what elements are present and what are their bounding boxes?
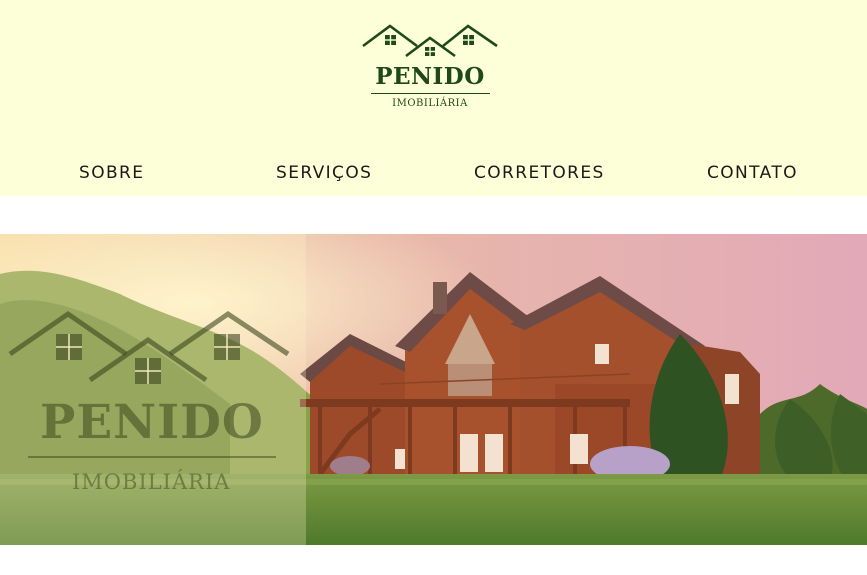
nav-item-corretores[interactable]: CORRETORES xyxy=(474,160,605,186)
brand-subtitle: IMOBILIÁRIA xyxy=(392,98,468,109)
main-nav: SOBRE SERVIÇOS CORRETORES CONTATO xyxy=(0,160,867,186)
hero-brand-subtitle: IMOBILIÁRIA xyxy=(72,470,231,494)
brand-divider xyxy=(371,93,490,94)
nav-item-contato[interactable]: CONTATO xyxy=(707,160,798,186)
hero-brand-name: PENIDO xyxy=(40,395,264,450)
nav-item-servicos[interactable]: SERVIÇOS xyxy=(276,160,372,186)
hero-banner: PENIDO IMOBILIÁRIA xyxy=(0,234,867,545)
hero-brand-divider xyxy=(28,456,276,458)
nav-item-sobre[interactable]: SOBRE xyxy=(79,160,144,186)
brand-name: PENIDO xyxy=(375,63,485,90)
houses-icon xyxy=(8,310,290,384)
site-header: PENIDO IMOBILIÁRIA SOBRE SERVIÇOS CORRET… xyxy=(0,0,867,196)
brand-logo[interactable]: PENIDO IMOBILIÁRIA xyxy=(360,20,500,114)
hero-logo: PENIDO IMOBILIÁRIA xyxy=(0,234,306,545)
houses-icon xyxy=(362,24,498,58)
